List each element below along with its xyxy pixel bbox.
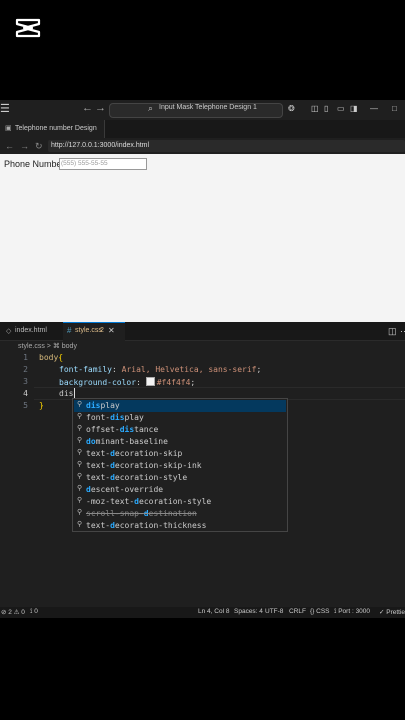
css-property: background-color: [59, 378, 137, 387]
suggestion-label: dominant-baseline: [86, 437, 168, 446]
browser-tab-label: Telephone number Design: [15, 125, 97, 132]
property-icon: ⚲: [77, 413, 83, 420]
suggestion-item[interactable]: ⚲ dominant-baseline: [74, 436, 286, 448]
page-preview: [0, 154, 405, 322]
suggestion-item[interactable]: ⚲ descent-override: [74, 484, 286, 496]
port-status[interactable]: ⟟ Port : 3000: [334, 608, 370, 616]
suggestion-item[interactable]: ⚲ font-display: [74, 412, 286, 424]
suggestion-item[interactable]: ⚲ scroll-snap-destination: [74, 508, 286, 520]
command-center-text: Input Mask Telephone Design 1: [159, 104, 257, 111]
layout-icon[interactable]: ◫: [311, 104, 319, 113]
browser-forward-icon[interactable]: →: [20, 141, 29, 151]
css-property: font-family: [59, 365, 112, 374]
property-icon: ⚲: [77, 461, 83, 468]
code-line-2[interactable]: font-family: Arial, Helvetica, sans-seri…: [59, 365, 261, 374]
suggestion-label: -moz-text-decoration-style: [86, 497, 212, 506]
suggestion-label: descent-override: [86, 485, 164, 494]
suggestion-label: text-decoration-skip-ink: [86, 461, 202, 470]
property-icon: ⚲: [77, 449, 83, 456]
suggestion-item[interactable]: ⚲ text-decoration-thickness: [74, 520, 286, 532]
suggestion-item[interactable]: ⚲ -moz-text-decoration-style: [74, 496, 286, 508]
code-line-4[interactable]: dis: [59, 389, 73, 398]
phone-number-label: Phone Number: [4, 159, 65, 169]
suggestion-item[interactable]: ⚲ offset-distance: [74, 424, 286, 436]
forward-arrow-icon[interactable]: →: [95, 102, 106, 114]
cursor-position-status[interactable]: Ln 4, Col 8: [198, 608, 229, 615]
tab-index-html-label: index.html: [15, 327, 47, 334]
suggestion-item[interactable]: ⚲ text-decoration-skip-ink: [74, 460, 286, 472]
indentation-status[interactable]: Spaces: 4: [234, 608, 263, 615]
line-number: 5: [23, 401, 28, 410]
split-editor-icon[interactable]: ◫: [388, 326, 397, 337]
suggestion-item[interactable]: ⚲ display: [74, 400, 286, 412]
property-icon: ⚲: [77, 485, 83, 492]
line-number: 2: [23, 365, 28, 374]
property-icon: ⚲: [77, 401, 83, 408]
open-brace: {: [58, 353, 64, 362]
suggestion-label: display: [86, 401, 120, 410]
eol-status[interactable]: CRLF: [289, 608, 306, 615]
language-status[interactable]: {} CSS: [310, 608, 330, 615]
css-value: #f4f4f4: [156, 378, 191, 387]
more-actions-icon[interactable]: ⋯: [400, 326, 405, 337]
text-cursor: [74, 388, 75, 398]
minimize-icon[interactable]: —: [370, 104, 378, 113]
hamburger-menu-icon[interactable]: ☰: [0, 102, 12, 115]
search-icon: ⌕: [148, 103, 154, 113]
suggestion-item[interactable]: ⚲ text-decoration-style: [74, 472, 286, 484]
suggestion-item[interactable]: ⚲ text-decoration-skip: [74, 448, 286, 460]
line-number: 1: [23, 353, 28, 362]
capcut-logo-icon: [15, 18, 41, 38]
back-arrow-icon[interactable]: ←: [82, 102, 93, 114]
code-line-5[interactable]: }: [39, 401, 44, 410]
problem-count-badge: 2: [100, 327, 104, 334]
html-file-icon: ◇: [6, 328, 12, 335]
code-line-1[interactable]: body{: [39, 353, 63, 362]
tab-style-css-label: style.css: [75, 327, 102, 334]
phone-number-placeholder: (555) 555-55-55: [61, 160, 108, 167]
encoding-status[interactable]: UTF-8: [265, 608, 283, 615]
copilot-icon[interactable]: ❂: [288, 104, 295, 113]
maximize-icon[interactable]: □: [392, 104, 397, 113]
property-icon: ⚲: [77, 473, 83, 480]
property-icon: ⚲: [77, 425, 83, 432]
breadcrumb[interactable]: style.css > ⌘ body: [18, 342, 77, 350]
suggestion-label: text-decoration-skip: [86, 449, 183, 458]
url-text: http://127.0.0.1:3000/index.html: [51, 142, 150, 149]
suggestion-label: text-decoration-style: [86, 473, 188, 482]
css-file-icon: #: [67, 326, 72, 335]
color-swatch[interactable]: [145, 377, 155, 386]
line-number: 4: [23, 389, 28, 398]
suggestion-widget: ⚲ display ⚲ font-display ⚲ offset-distance ⚲ do…: [72, 398, 288, 532]
toggle-sidebar-icon[interactable]: ▯: [324, 104, 328, 113]
css-selector: body: [39, 353, 59, 362]
code-line-3[interactable]: background-color: #f4f4f4;: [59, 377, 195, 387]
close-tab-icon[interactable]: ✕: [108, 326, 115, 335]
property-icon: ⚲: [77, 497, 83, 504]
property-icon: ⚲: [77, 437, 83, 444]
suggestion-label: scroll-snap-destination: [86, 509, 197, 518]
css-value: Arial, Helvetica, sans-serif: [121, 365, 257, 374]
ports-status[interactable]: ⟟ 0: [30, 608, 38, 616]
suggestion-label: font-display: [86, 413, 144, 422]
prettier-status[interactable]: ✓ Prettier: [379, 608, 405, 616]
suggestion-label: text-decoration-thickness: [86, 521, 207, 530]
browser-back-icon[interactable]: ←: [5, 141, 14, 151]
toggle-secondary-sidebar-icon[interactable]: ◨: [350, 104, 358, 113]
property-icon: ⚲: [77, 521, 83, 528]
property-icon: ⚲: [77, 509, 83, 516]
line-number: 3: [23, 377, 28, 386]
problems-status[interactable]: ⊘ 2 ⚠ 0: [1, 608, 25, 616]
suggestion-label: offset-distance: [86, 425, 159, 434]
toggle-panel-icon[interactable]: ▭: [337, 104, 345, 113]
reload-icon[interactable]: ↻: [35, 141, 43, 152]
browser-tab-icon: ▣: [5, 125, 12, 132]
